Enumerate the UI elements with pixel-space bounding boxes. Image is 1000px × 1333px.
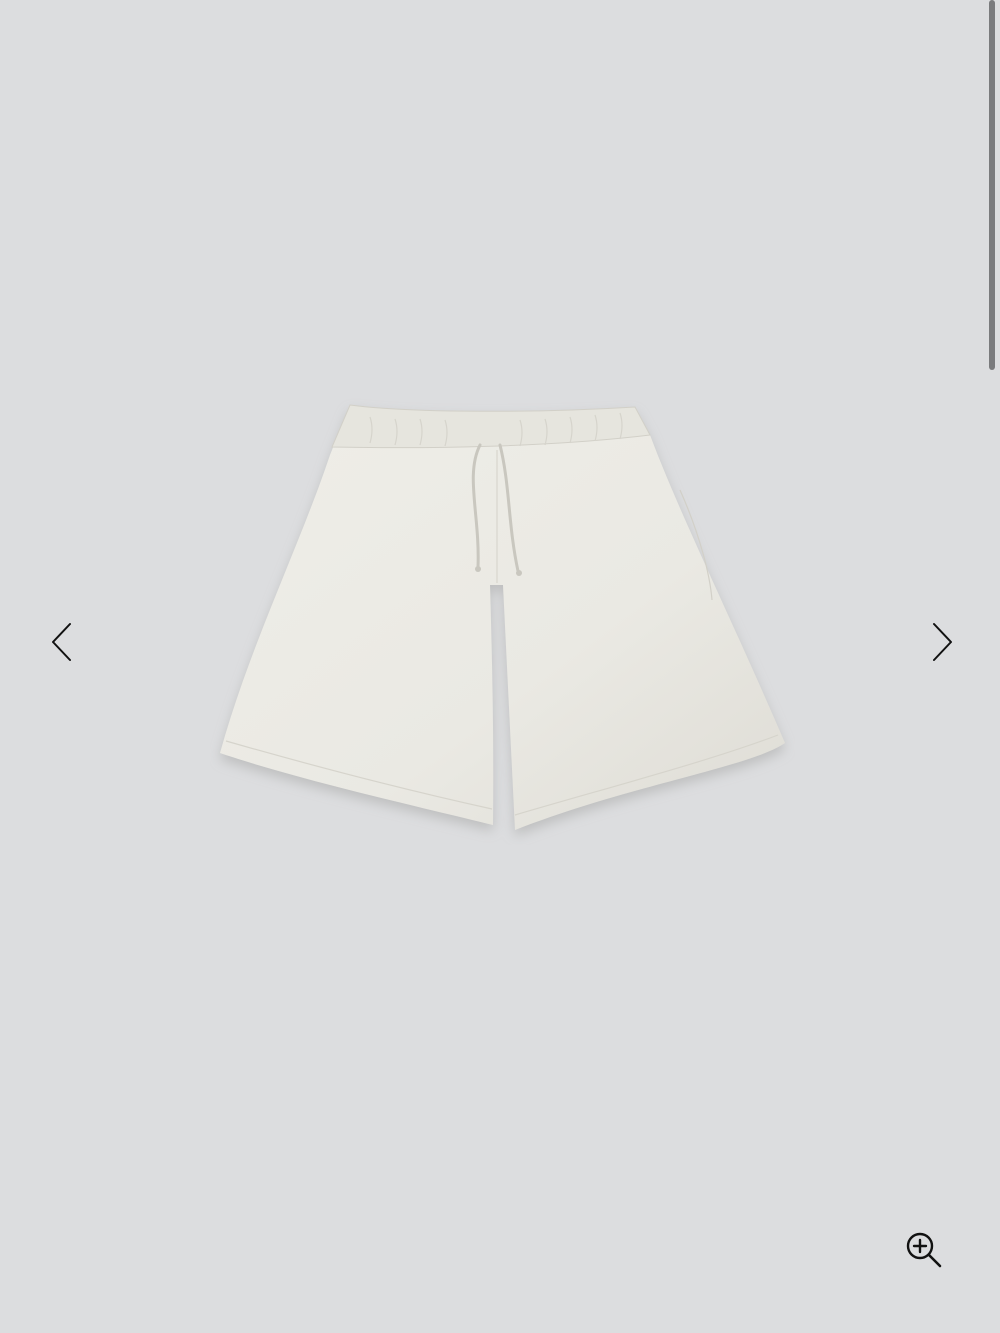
previous-image-button[interactable] [42,618,82,666]
zoom-in-icon [906,1232,942,1268]
product-image[interactable] [210,395,795,845]
scrollbar[interactable] [988,0,996,1333]
zoom-button[interactable] [900,1226,948,1274]
shorts-illustration [220,404,785,830]
chevron-left-icon [52,623,71,661]
chevron-right-icon [933,623,952,661]
next-image-button[interactable] [922,618,962,666]
scrollbar-thumb[interactable] [989,0,995,370]
image-viewer [0,0,1000,1333]
